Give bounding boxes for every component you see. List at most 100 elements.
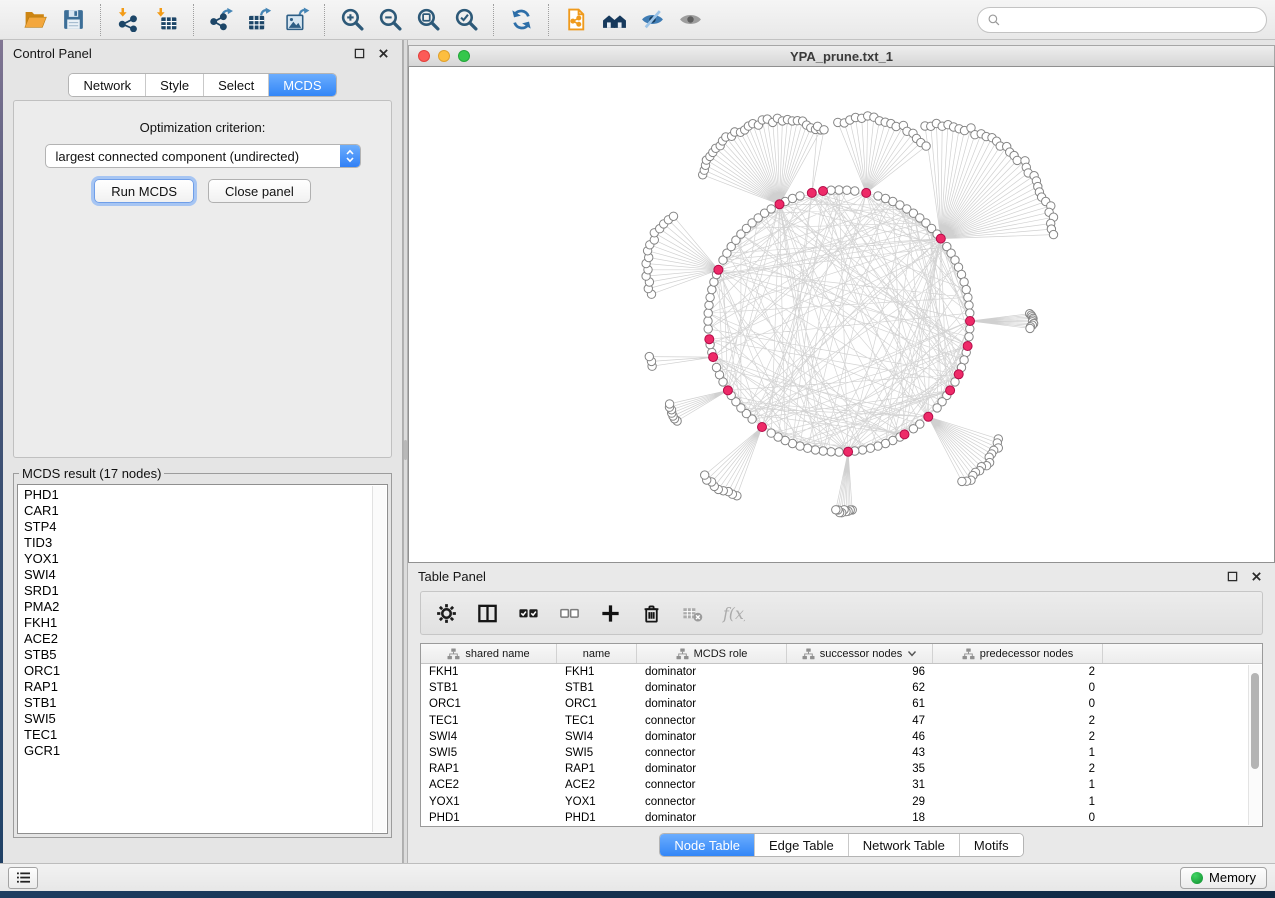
export-table-button[interactable] [242, 5, 276, 35]
table-row[interactable]: SWI4SWI4dominator462 [421, 729, 1262, 745]
refresh-view-button[interactable] [504, 5, 538, 35]
hide-panel-button[interactable] [635, 5, 669, 35]
add-row-button[interactable] [595, 597, 625, 629]
table-row[interactable]: ORC1ORC1dominator610 [421, 696, 1262, 712]
column-header-shared-name[interactable]: shared name [421, 644, 557, 663]
table-row[interactable]: FKH1FKH1dominator962 [421, 664, 1262, 680]
share-document-button[interactable] [559, 5, 593, 35]
run-mcds-button[interactable]: Run MCDS [94, 179, 194, 203]
mcds-result-item[interactable]: RAP1 [24, 679, 387, 695]
export-image-button[interactable] [280, 5, 314, 35]
mcds-result-item[interactable]: ACE2 [24, 631, 387, 647]
table-row[interactable]: PHD1PHD1dominator180 [421, 810, 1262, 826]
search-input[interactable] [1006, 11, 1257, 28]
memory-button[interactable]: Memory [1180, 867, 1267, 889]
table-cell: dominator [637, 763, 787, 775]
window-minimize-icon[interactable] [438, 50, 450, 62]
deselect-all-icon [558, 602, 581, 625]
mcds-result-item[interactable]: SRD1 [24, 583, 387, 599]
table-scrollbar[interactable] [1248, 665, 1261, 825]
network-nodes[interactable] [642, 112, 1058, 517]
mcds-result-item[interactable]: PMA2 [24, 599, 387, 615]
control-panel-float-button[interactable] [350, 45, 368, 61]
zoom-in-button[interactable] [335, 5, 369, 35]
mcds-result-item[interactable]: TID3 [24, 535, 387, 551]
column-header-filler [1103, 644, 1262, 663]
mcds-result-item[interactable]: TEC1 [24, 727, 387, 743]
mcds-result-item[interactable]: CAR1 [24, 503, 387, 519]
tab-style[interactable]: Style [146, 74, 204, 96]
tab-edge-table[interactable]: Edge Table [755, 834, 849, 856]
optimization-criterion-dropdown[interactable]: largest connected component (undirected) [45, 144, 361, 168]
close-panel-button[interactable]: Close panel [208, 179, 311, 203]
mcds-result-item[interactable]: SWI4 [24, 567, 387, 583]
mcds-result-item[interactable]: STP4 [24, 519, 387, 535]
network-canvas[interactable] [408, 67, 1275, 563]
tab-motifs[interactable]: Motifs [960, 834, 1023, 856]
table-cell: 46 [787, 731, 933, 743]
show-panel-button[interactable] [673, 5, 707, 35]
mcds-result-item[interactable]: STB1 [24, 695, 387, 711]
column-header-predecessor-nodes[interactable]: predecessor nodes [933, 644, 1103, 663]
table-cell: connector [637, 779, 787, 791]
zoom-out-button[interactable] [373, 5, 407, 35]
tab-network-table[interactable]: Network Table [849, 834, 960, 856]
mcds-result-item[interactable]: SWI5 [24, 711, 387, 727]
select-all-button[interactable] [513, 597, 543, 629]
memory-label: Memory [1209, 870, 1256, 885]
mcds-result-item[interactable]: GCR1 [24, 743, 387, 759]
table-row[interactable]: ACE2ACE2connector311 [421, 777, 1262, 793]
table-row[interactable]: SWI5SWI5connector431 [421, 745, 1262, 761]
table-scrollbar-thumb[interactable] [1251, 673, 1259, 769]
window-close-icon[interactable] [418, 50, 430, 62]
table-row[interactable]: RAP1RAP1dominator352 [421, 761, 1262, 777]
split-view-button[interactable] [472, 597, 502, 629]
mcds-result-listbox[interactable]: PHD1CAR1STP4TID3YOX1SWI4SRD1PMA2FKH1ACE2… [17, 484, 388, 834]
mcds-result-item[interactable]: YOX1 [24, 551, 387, 567]
table-cell: 18 [787, 812, 933, 824]
desktop: Control Panel NetworkStyleSelectMCDS Opt… [0, 0, 1275, 898]
zoom-fit-button[interactable] [411, 5, 445, 35]
import-network-button[interactable] [111, 5, 145, 35]
mcds-result-item[interactable]: STB5 [24, 647, 387, 663]
zoom-selected-button[interactable] [449, 5, 483, 35]
table-row[interactable]: STB1STB1dominator620 [421, 680, 1262, 696]
mcds-result-item[interactable]: PHD1 [24, 487, 387, 503]
tab-select[interactable]: Select [204, 74, 269, 96]
delete-row-button[interactable] [636, 597, 666, 629]
column-label: predecessor nodes [980, 648, 1074, 660]
column-header-name[interactable]: name [557, 644, 637, 663]
mcds-list-scrollbar[interactable] [372, 486, 386, 832]
refresh-view-icon [509, 7, 534, 32]
control-panel-close-button[interactable] [374, 45, 392, 61]
column-header-successor-nodes[interactable]: successor nodes [787, 644, 933, 663]
deselect-all-button[interactable] [554, 597, 584, 629]
window-zoom-icon[interactable] [458, 50, 470, 62]
gear-button[interactable] [431, 597, 461, 629]
table-panel-float-button[interactable] [1223, 568, 1241, 584]
import-table-button[interactable] [149, 5, 183, 35]
table-row[interactable]: TEC1TEC1connector472 [421, 713, 1262, 729]
tab-network[interactable]: Network [69, 74, 146, 96]
open-file-button[interactable] [18, 5, 52, 35]
splitter-grip[interactable] [404, 440, 407, 460]
task-history-button[interactable] [8, 867, 38, 889]
network-graph[interactable] [409, 67, 1274, 562]
mcds-result-item[interactable]: ORC1 [24, 663, 387, 679]
mcds-result-item[interactable]: FKH1 [24, 615, 387, 631]
table-cell: FKH1 [557, 666, 637, 678]
tab-mcds[interactable]: MCDS [269, 74, 335, 96]
table-panel-title: Table Panel [418, 569, 1217, 584]
close-icon [378, 48, 389, 59]
table-panel-close-button[interactable] [1247, 568, 1265, 584]
network-window-titlebar[interactable]: YPA_prune.txt_1 [408, 45, 1275, 67]
toolbar-group [493, 4, 548, 36]
table-row[interactable]: YOX1YOX1connector291 [421, 794, 1262, 810]
mcds-hub-node [924, 412, 933, 421]
search-box[interactable] [977, 7, 1267, 33]
tab-node-table[interactable]: Node Table [660, 834, 755, 856]
save-session-button[interactable] [56, 5, 90, 35]
column-header-mcds-role[interactable]: MCDS role [637, 644, 787, 663]
export-network-button[interactable] [204, 5, 238, 35]
network-overview-button[interactable] [597, 5, 631, 35]
